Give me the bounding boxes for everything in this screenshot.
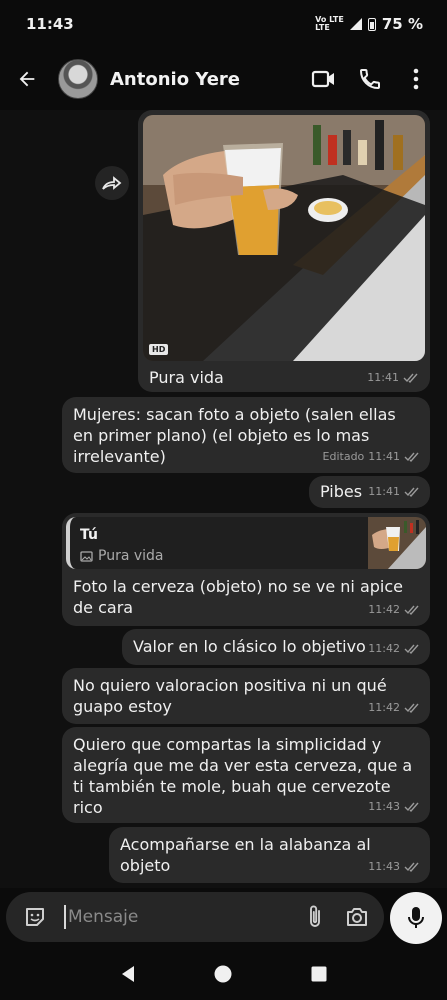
message-text: Valor en lo clásico lo objetivo <box>133 637 366 656</box>
system-nav-bar <box>0 948 447 1000</box>
microphone-button[interactable] <box>390 892 442 944</box>
media-caption: Pura vida <box>149 368 224 387</box>
message-text: Foto la cerveza (objeto) no se ve ni api… <box>73 577 403 617</box>
read-ticks-icon <box>404 452 419 462</box>
quoted-caption: Pura vida <box>98 548 164 564</box>
read-ticks-icon <box>404 605 419 615</box>
message-meta: 11:42 <box>368 697 420 718</box>
status-bar: 11:43 Vo LTE LTE 75 % <box>0 0 447 48</box>
sticker-icon[interactable] <box>18 900 52 934</box>
message-meta: Editado 11:41 <box>323 446 420 467</box>
chat-area[interactable]: HD Pura vida 11:41 Mujeres: sacan foto a… <box>0 110 447 888</box>
read-ticks-icon <box>404 703 419 713</box>
battery-icon <box>367 17 376 31</box>
edited-label: Editado <box>322 450 365 463</box>
message-input[interactable] <box>64 905 290 929</box>
message-bubble[interactable]: Acompañarse en la alabanza al objeto 11:… <box>109 827 430 883</box>
message-meta: 11:41 <box>368 481 420 502</box>
message-meta: 11:41 <box>367 371 419 384</box>
signal-icon <box>349 18 362 30</box>
read-ticks-icon <box>404 487 419 497</box>
attach-icon[interactable] <box>298 900 332 934</box>
message-time: 11:43 <box>368 860 400 873</box>
camera-icon[interactable] <box>340 900 374 934</box>
nav-back-icon[interactable] <box>113 959 143 989</box>
message-bubble[interactable]: Quiero que compartas la simplicidad y al… <box>62 727 430 823</box>
message-time: 11:42 <box>368 642 400 655</box>
nav-recents-icon[interactable] <box>304 959 334 989</box>
message-bubble[interactable]: No quiero valoracion positiva ni un qué … <box>62 668 430 724</box>
read-ticks-icon <box>404 644 419 654</box>
message-bubble[interactable]: Pibes 11:41 <box>309 476 430 508</box>
image-icon <box>80 551 93 562</box>
battery-percent: 75 % <box>381 15 423 33</box>
message-meta: 11:42 <box>368 638 420 659</box>
quoted-sender: Tú <box>80 527 98 543</box>
forward-icon[interactable] <box>95 166 129 200</box>
message-text: No quiero valoracion positiva ni un qué … <box>73 676 387 716</box>
quoted-reply[interactable]: Tú Pura vida <box>66 517 426 569</box>
read-ticks-icon <box>404 802 419 812</box>
message-time: 11:43 <box>368 800 400 813</box>
message-bubble[interactable]: Valor en lo clásico lo objetivo 11:42 <box>122 629 430 665</box>
avatar[interactable] <box>58 59 98 99</box>
message-composer <box>6 892 384 942</box>
message-time: 11:41 <box>367 371 399 384</box>
network-line2: LTE <box>315 23 330 32</box>
beer-photo[interactable]: HD <box>143 115 425 361</box>
volte-indicator: Vo LTE LTE <box>315 16 344 32</box>
message-time: 11:42 <box>368 603 400 616</box>
media-message[interactable]: HD Pura vida 11:41 <box>138 110 430 392</box>
microphone-icon <box>408 907 424 928</box>
message-meta: 11:42 <box>368 599 420 620</box>
back-arrow-icon[interactable] <box>12 64 42 94</box>
message-time: 11:41 <box>368 485 400 498</box>
status-time: 11:43 <box>26 15 74 33</box>
quoted-text: Pura vida <box>80 546 164 567</box>
reply-message-bubble[interactable]: Tú Pura vida Foto la cerveza (objeto) no… <box>62 513 430 626</box>
hd-badge: HD <box>149 344 169 355</box>
message-time: 11:41 <box>368 450 400 463</box>
message-bubble[interactable]: Mujeres: sacan foto a objeto (salen ella… <box>62 397 430 473</box>
message-meta: 11:43 <box>368 796 420 817</box>
read-ticks-icon <box>403 373 418 383</box>
video-call-icon[interactable] <box>307 62 341 96</box>
quoted-thumbnail <box>368 517 426 569</box>
chat-header: Antonio Yere <box>0 48 447 110</box>
message-text: Pibes <box>320 482 363 501</box>
more-options-icon[interactable] <box>399 62 433 96</box>
message-time: 11:42 <box>368 701 400 714</box>
phone-call-icon[interactable] <box>353 62 387 96</box>
message-meta: 11:43 <box>368 856 420 877</box>
nav-home-icon[interactable] <box>208 959 238 989</box>
message-text: Quiero que compartas la simplicidad y al… <box>73 735 413 817</box>
status-icons: Vo LTE LTE 75 % <box>315 15 423 33</box>
contact-name[interactable]: Antonio Yere <box>110 69 295 90</box>
read-ticks-icon <box>404 862 419 872</box>
